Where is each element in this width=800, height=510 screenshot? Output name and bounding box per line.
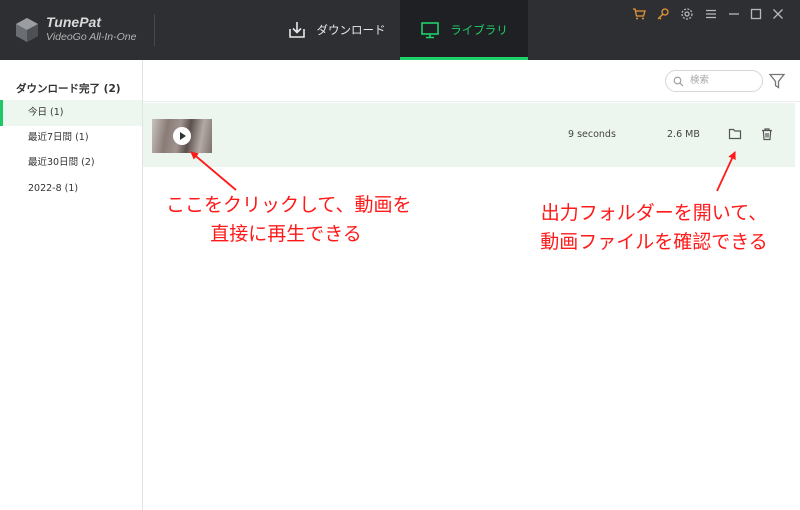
annotation-folder: 出力フォルダーを開いて、 動画ファイルを確認できる bbox=[540, 202, 768, 253]
arrow-to-play bbox=[190, 151, 237, 191]
arrow-to-folder bbox=[716, 151, 736, 192]
annotation-play: ここをクリックして、動画を 直接に再生できる bbox=[166, 194, 412, 245]
